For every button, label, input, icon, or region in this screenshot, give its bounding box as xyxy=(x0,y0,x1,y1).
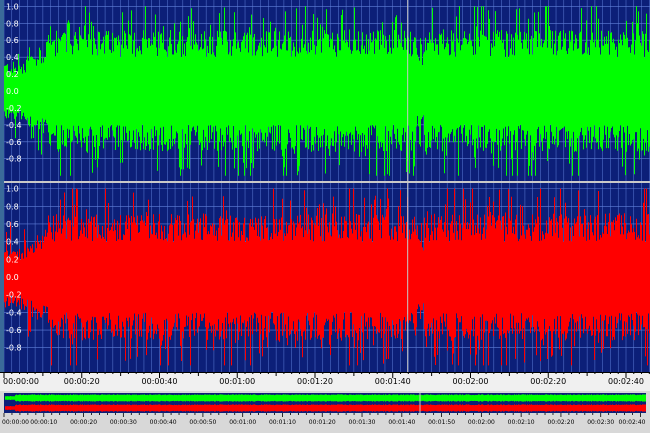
amplitude-label: 1.0 xyxy=(6,185,19,194)
left-edge-ruler xyxy=(0,0,4,372)
amplitude-label: 1.0 xyxy=(6,2,19,11)
overview-label: 00:00:50 xyxy=(189,419,216,426)
amplitude-label: 0.0 xyxy=(6,273,19,282)
amplitude-label: 0.4 xyxy=(6,238,19,247)
overview-label: 00:00:00 xyxy=(2,419,29,426)
overview-label: 00:02:30 xyxy=(587,419,614,426)
amplitude-label: 0.2 xyxy=(6,70,19,79)
timeline-labels: 00:00:00 00:00:20 00:00:40 00:01:00 00:01:20… xyxy=(3,377,644,386)
amplitude-label: 0.4 xyxy=(6,53,19,62)
overview-label: 00:00:30 xyxy=(110,419,137,426)
amplitude-label: -0.6 xyxy=(6,326,22,335)
amplitude-label: -0.8 xyxy=(6,155,22,164)
timeline-label: 00:01:00 xyxy=(219,377,255,386)
amplitude-label: -0.4 xyxy=(6,121,22,130)
timeline-label: 00:02:20 xyxy=(530,377,566,386)
amplitude-label: -0.2 xyxy=(6,291,22,300)
overview-label: 00:01:00 xyxy=(229,419,256,426)
amplitude-label: -0.4 xyxy=(6,308,22,317)
timeline-label: 00:00:40 xyxy=(142,377,178,386)
overview-left-channel xyxy=(5,394,646,402)
timeline-label: 00:02:40 xyxy=(608,377,644,386)
overview-label: 00:01:30 xyxy=(349,419,376,426)
audio-editor: 1.0 0.8 0.6 0.4 0.2 0.0 -0.2 -0.4 -0.6 -0.8 1.0 0.8… xyxy=(0,0,650,433)
timeline-label: 00:01:40 xyxy=(375,377,411,386)
timeline-label: 00:00:00 xyxy=(3,377,39,386)
overview-label: 00:02:00 xyxy=(468,419,495,426)
amplitude-label: 0.0 xyxy=(6,87,19,96)
amplitude-label: 0.6 xyxy=(6,36,19,45)
timeline-label: 00:00:20 xyxy=(64,377,100,386)
amplitude-label: 0.8 xyxy=(6,19,19,28)
overview-right-channel xyxy=(5,404,646,412)
amplitude-label: -0.6 xyxy=(6,138,22,147)
overview-label: 00:00:10 xyxy=(30,419,57,426)
overview-label: 00:02:20 xyxy=(547,419,574,426)
amplitude-label: 0.8 xyxy=(6,202,19,211)
amplitude-label: 0.2 xyxy=(6,255,19,264)
overview-label: 00:01:20 xyxy=(309,419,336,426)
overview-label: 00:02:10 xyxy=(508,419,535,426)
overview-label: 00:01:10 xyxy=(269,419,296,426)
overview-label: 00:00:20 xyxy=(70,419,97,426)
amplitude-label: -0.2 xyxy=(6,104,22,113)
overview-label: 00:02:40 xyxy=(619,419,646,426)
overview-label: 00:00:40 xyxy=(150,419,177,426)
timeline-label: 00:01:20 xyxy=(297,377,333,386)
overview-label: 00:01:50 xyxy=(428,419,455,426)
amplitude-label: 0.6 xyxy=(6,220,19,229)
overview-label: 00:01:40 xyxy=(388,419,415,426)
timeline-label: 00:02:00 xyxy=(453,377,489,386)
amplitude-label: -0.8 xyxy=(6,344,22,353)
